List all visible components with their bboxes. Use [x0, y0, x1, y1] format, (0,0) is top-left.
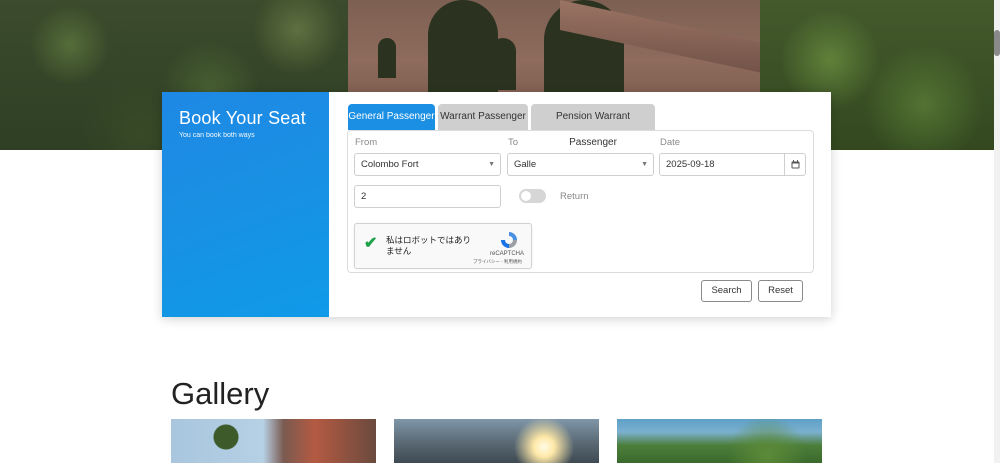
gallery-image-train[interactable]	[171, 419, 376, 463]
gallery-image-hills[interactable]	[617, 419, 822, 463]
booking-form: From Colombo Fort ▼ To Galle ▼ Date 2025…	[347, 130, 814, 273]
from-label: From	[355, 137, 378, 148]
page-scrollbar[interactable]	[994, 0, 1000, 463]
to-label: To	[508, 137, 519, 148]
tab-pension-warrant-passenger[interactable]: Pension Warrant Passenger	[531, 104, 655, 148]
calendar-button[interactable]	[784, 153, 806, 176]
booking-title: Book Your Seat	[179, 108, 306, 128]
tab-warrant-passenger[interactable]: Warrant Passenger	[438, 104, 528, 130]
recaptcha-brand: reCAPTCHA	[490, 251, 525, 257]
from-select[interactable]: Colombo Fort ▼	[354, 153, 501, 176]
return-toggle[interactable]	[519, 189, 546, 203]
tab-general-passenger[interactable]: General Passenger	[348, 104, 435, 130]
booking-card: Book Your Seat You can book both ways Ge…	[162, 92, 831, 317]
bridge-arch-small	[490, 38, 516, 90]
recaptcha-logo-icon	[501, 232, 517, 248]
return-label: Return	[560, 191, 589, 202]
gallery-title: Gallery	[171, 376, 270, 411]
bridge-arch	[428, 0, 498, 92]
from-value: Colombo Fort	[361, 159, 419, 170]
recaptcha-links[interactable]: プライバシー - 利用規約	[473, 259, 522, 265]
toggle-knob	[521, 191, 531, 201]
to-select[interactable]: Galle ▼	[507, 153, 654, 176]
passenger-count-value: 2	[361, 191, 367, 202]
reset-button[interactable]: Reset	[758, 280, 803, 302]
chevron-down-icon: ▼	[641, 161, 648, 168]
date-value: 2025-09-18	[666, 159, 715, 170]
booking-subtitle: You can book both ways	[179, 132, 255, 139]
scrollbar-thumb[interactable]	[994, 30, 1000, 56]
gallery-image-sunrise[interactable]	[394, 419, 599, 463]
check-icon: ✔	[364, 235, 378, 252]
recaptcha-widget[interactable]: ✔ 私はロボットではありません reCAPTCHA プライバシー - 利用規約	[354, 223, 532, 269]
to-value: Galle	[514, 159, 537, 170]
passenger-count-input[interactable]: 2	[354, 185, 501, 208]
date-label: Date	[660, 137, 681, 148]
chevron-down-icon: ▼	[488, 161, 495, 168]
search-button[interactable]: Search	[701, 280, 752, 302]
bridge-arch-small	[378, 38, 396, 78]
booking-sidebar: Book Your Seat You can book both ways	[162, 92, 329, 317]
recaptcha-text: 私はロボットではありません	[386, 235, 472, 256]
date-input[interactable]: 2025-09-18	[659, 153, 785, 176]
calendar-icon	[791, 160, 799, 169]
